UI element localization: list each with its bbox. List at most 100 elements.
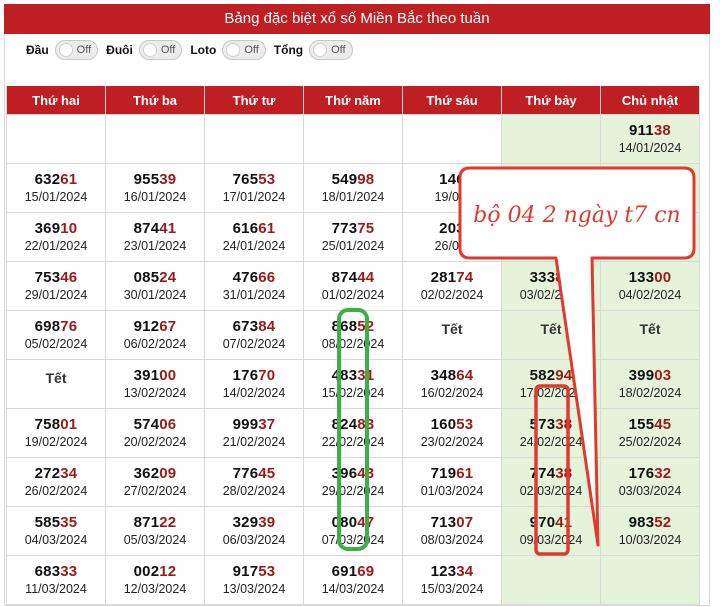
toggle-state: Off xyxy=(160,44,176,56)
draw-date: 12/03/2024 xyxy=(123,581,187,596)
number-tail: 76 xyxy=(60,317,78,335)
draw-date: 28/02/2024 xyxy=(222,483,286,498)
toggle-knob xyxy=(226,43,241,57)
number-head: 719 xyxy=(430,464,457,482)
result-cell: 63261 15/01/2024 xyxy=(6,163,106,213)
result-number: 91138 xyxy=(601,122,699,140)
result-number: 36910 xyxy=(7,220,105,238)
draw-date: 25/02/2024 xyxy=(618,434,682,449)
result-number: 98352 xyxy=(601,514,699,532)
result-number: 75346 xyxy=(7,269,105,287)
number-tail: 75 xyxy=(357,219,375,237)
number-tail: 34 xyxy=(60,464,78,482)
draw-date: 06/03/2024 xyxy=(222,532,286,547)
toggle-switch-2[interactable]: Off xyxy=(222,40,266,60)
number-tail: 24 xyxy=(159,268,177,286)
number-tail: 52 xyxy=(654,513,672,531)
result-cell: 47666 31/01/2024 xyxy=(204,261,304,311)
result-cell: 95539 16/01/2024 xyxy=(105,163,205,213)
result-number: 95539 xyxy=(106,171,204,189)
toggle-state: Off xyxy=(244,44,259,56)
toggle-switch-3[interactable]: Off xyxy=(309,40,353,60)
result-cell: 98352 10/03/2024 xyxy=(600,506,700,556)
result-number: 57406 xyxy=(106,416,204,434)
result-cell: 32939 06/03/2024 xyxy=(204,506,304,556)
result-cell: 87441 23/01/2024 xyxy=(105,212,205,262)
result-cell: Tết xyxy=(6,359,106,409)
number-head: 002 xyxy=(133,562,160,580)
number-head: 912 xyxy=(133,317,160,335)
result-cell: 77375 25/01/2024 xyxy=(303,212,403,262)
result-cell: 15545 25/02/2024 xyxy=(600,408,700,458)
draw-date: 18/02/2024 xyxy=(618,385,682,400)
toggle-switch-0[interactable]: Off xyxy=(54,40,99,60)
toggle-label-2: Loto xyxy=(190,43,217,57)
draw-date: 30/01/2024 xyxy=(123,287,187,302)
draw-date: 20/02/2024 xyxy=(123,434,187,449)
number-head: 348 xyxy=(430,366,457,384)
number-head: 329 xyxy=(232,513,259,531)
result-number: 39643 xyxy=(304,465,402,483)
number-tail: 38 xyxy=(555,464,573,482)
result-cell: 68333 11/03/2024 xyxy=(6,555,106,605)
result-cell: 39903 18/02/2024 xyxy=(600,359,700,409)
number-head: 773 xyxy=(331,219,358,237)
result-cell: 57406 20/02/2024 xyxy=(105,408,205,458)
number-head: 476 xyxy=(232,268,259,286)
number-tail: 32 xyxy=(654,464,672,482)
number-head: 080 xyxy=(331,513,358,531)
result-cell: 36910 22/01/2024 xyxy=(6,212,106,262)
number-head: 272 xyxy=(34,464,61,482)
number-head: 176 xyxy=(628,464,655,482)
toggle-switch-1[interactable]: Off xyxy=(138,40,183,60)
number-tail: 64 xyxy=(456,366,474,384)
result-number: 69876 xyxy=(7,318,105,336)
result-cell: 77438 02/03/2024 xyxy=(501,457,601,507)
result-number: 91267 xyxy=(106,318,204,336)
result-number: 203 xyxy=(403,220,501,238)
result-cell xyxy=(501,212,601,262)
toggle-knob xyxy=(313,43,328,57)
result-cell: 17632 03/03/2024 xyxy=(600,457,700,507)
result-number: 76553 xyxy=(205,171,303,189)
number-head: 133 xyxy=(628,268,655,286)
number-head: 874 xyxy=(331,268,358,286)
result-cell: 54998 18/01/2024 xyxy=(303,163,403,213)
number-tail: 94 xyxy=(555,366,573,384)
number-tail: 39 xyxy=(159,170,177,188)
number-tail: 33 xyxy=(60,562,78,580)
result-number: 75801 xyxy=(7,416,105,434)
number-head: 874 xyxy=(133,219,160,237)
draw-date: 22/02/2024 xyxy=(321,434,385,449)
number-head: 396 xyxy=(331,464,358,482)
column-header: Thứ hai xyxy=(6,86,106,115)
result-cell: 99937 21/02/2024 xyxy=(204,408,304,458)
result-cell xyxy=(600,212,700,262)
draw-date: 03/03/2024 xyxy=(618,483,682,498)
number-tail: 09 xyxy=(159,464,177,482)
holiday-label: Tết xyxy=(45,370,67,386)
number-head: 616 xyxy=(232,219,259,237)
number-tail: 38 xyxy=(653,121,671,139)
draw-date: 04/03/2024 xyxy=(24,532,88,547)
number-head: 549 xyxy=(331,170,358,188)
number-tail: 41 xyxy=(159,219,177,237)
number-tail: 84 xyxy=(258,317,276,335)
draw-date: 19/02/2024 xyxy=(24,434,88,449)
draw-date: 15/02/2024 xyxy=(321,385,385,400)
result-cell: 76553 17/01/2024 xyxy=(204,163,304,213)
number-tail: 37 xyxy=(258,415,276,433)
draw-date: 01/02/2024 xyxy=(321,287,385,302)
result-number: 36209 xyxy=(106,465,204,483)
number-tail: 10 xyxy=(60,219,78,237)
draw-date: 04/02/2024 xyxy=(618,287,682,302)
result-number: 87122 xyxy=(106,514,204,532)
result-number: 48331 xyxy=(304,367,402,385)
draw-date: 02/03/2024 xyxy=(519,483,583,498)
result-cell: 203 26/01/ xyxy=(402,212,502,262)
number-tail: 66 xyxy=(258,268,276,286)
result-number: 69169 xyxy=(304,563,402,581)
number-head: 683 xyxy=(34,562,61,580)
result-number: 33389 xyxy=(502,269,600,287)
number-tail: 46 xyxy=(60,268,78,286)
